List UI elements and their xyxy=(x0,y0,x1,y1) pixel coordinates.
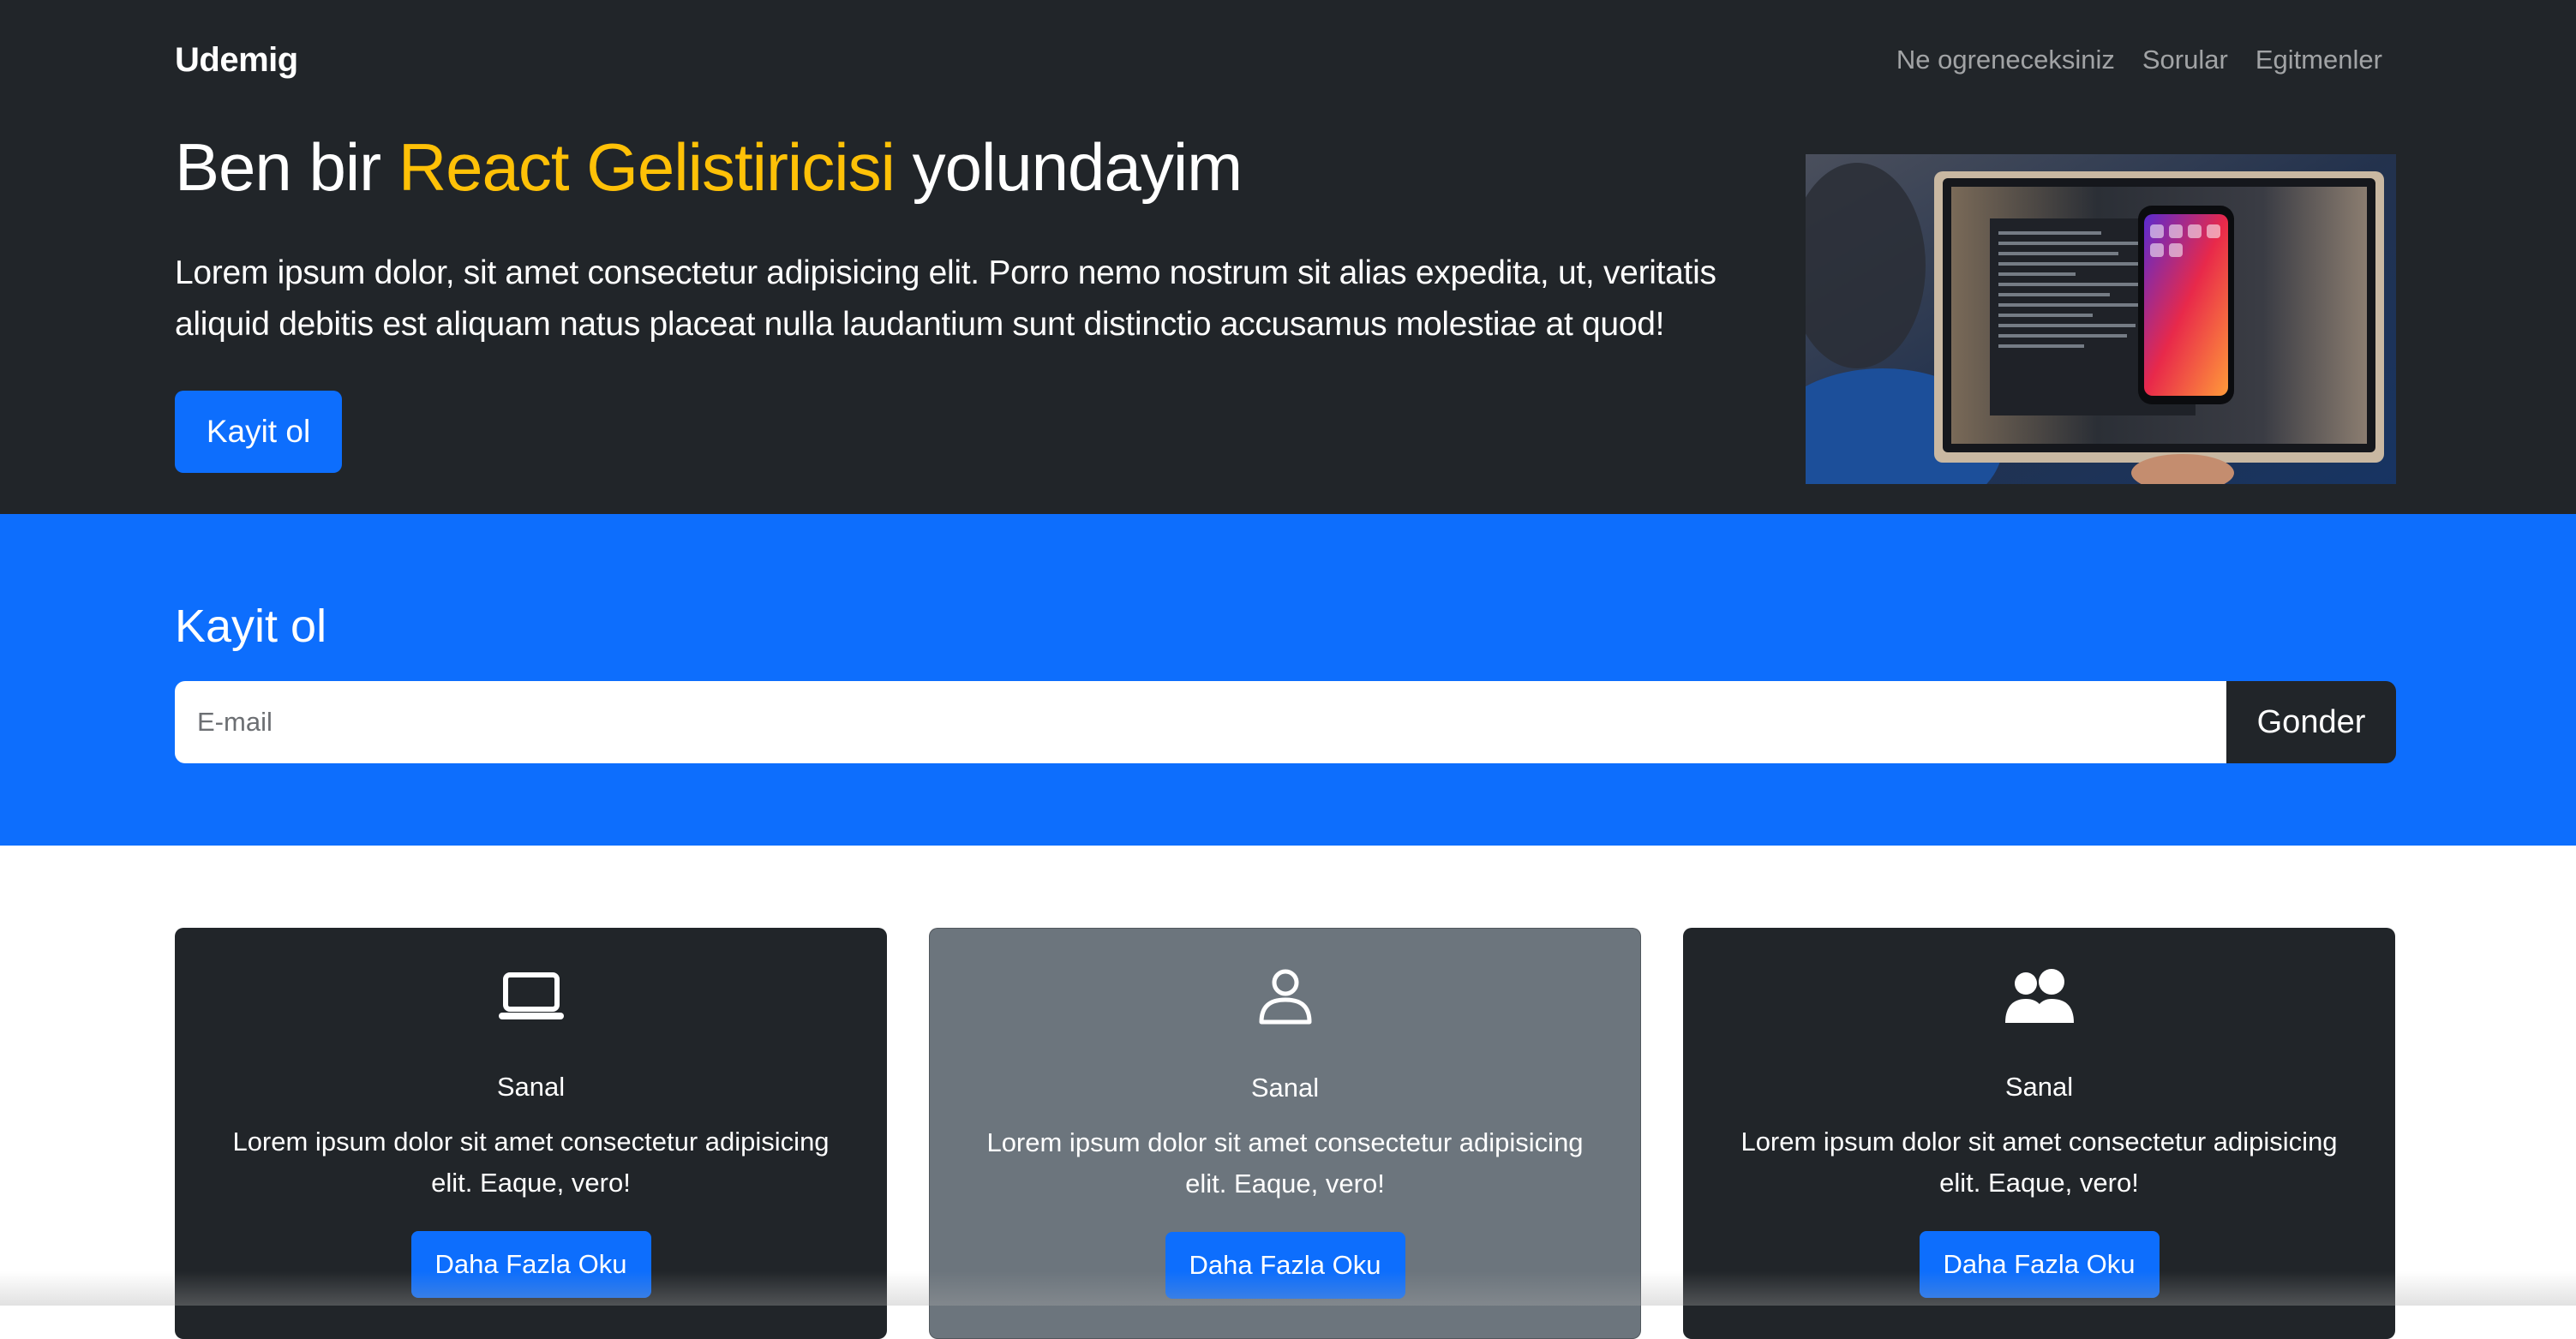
card-title: Sanal xyxy=(2004,1072,2074,1102)
hero-signup-button[interactable]: Kayit ol xyxy=(175,391,342,473)
signup-section: Kayit ol Gonder xyxy=(0,514,2576,846)
card-title: Sanal xyxy=(1250,1073,1320,1103)
laptop-icon xyxy=(175,966,887,1028)
feature-card: Sanal Lorem ipsum dolor sit amet consect… xyxy=(929,928,1641,1339)
nav-link-ne-ogreneceksiniz[interactable]: Ne ogreneceksiniz xyxy=(1896,38,2115,82)
nav-links: Ne ogreneceksiniz Sorular Egitmenler xyxy=(1896,38,2382,82)
read-more-button[interactable]: Daha Fazla Oku xyxy=(1919,1231,2160,1298)
card-text: Lorem ipsum dolor sit amet consectetur a… xyxy=(1740,1127,2338,1198)
email-input[interactable] xyxy=(175,681,2227,763)
hero-title-after: yolundayim xyxy=(894,129,1243,205)
nav-link-egitmenler[interactable]: Egitmenler xyxy=(2255,38,2382,82)
card-title: Sanal xyxy=(496,1072,566,1102)
feature-card: Sanal Lorem ipsum dolor sit amet consect… xyxy=(175,928,887,1339)
hero-title: Ben bir React Gelistiricisi yolundayim xyxy=(175,120,1243,214)
hero-title-accent: React Gelistiricisi xyxy=(398,129,896,205)
submit-button[interactable]: Gonder xyxy=(2226,681,2396,763)
feature-card: Sanal Lorem ipsum dolor sit amet consect… xyxy=(1683,928,2395,1339)
read-more-button[interactable]: Daha Fazla Oku xyxy=(1165,1232,1405,1299)
hero-image xyxy=(1806,154,2396,484)
read-more-button[interactable]: Daha Fazla Oku xyxy=(410,1231,651,1298)
features-section: Sanal Lorem ipsum dolor sit amet consect… xyxy=(0,846,2576,1339)
nav-link-sorular[interactable]: Sorular xyxy=(2142,38,2228,82)
laptop-phone-photo xyxy=(1806,154,2396,484)
hero-section: Udemig Ne ogreneceksiniz Sorular Egitmen… xyxy=(0,0,2576,514)
signup-title: Kayit ol xyxy=(175,601,327,652)
brand-logo[interactable]: Udemig xyxy=(175,36,298,84)
people-icon xyxy=(1683,966,2395,1028)
person-icon xyxy=(930,967,1640,1029)
hero-description: Lorem ipsum dolor, sit amet consectetur … xyxy=(175,254,1716,343)
card-text: Lorem ipsum dolor sit amet consectetur a… xyxy=(986,1127,1584,1199)
hero-title-before: Ben bir xyxy=(175,129,398,205)
card-text: Lorem ipsum dolor sit amet consectetur a… xyxy=(232,1127,830,1198)
